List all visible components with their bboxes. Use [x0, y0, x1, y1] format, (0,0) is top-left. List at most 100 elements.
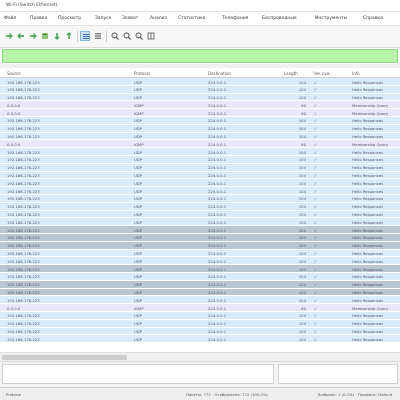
menu-go[interactable]: Запуск [95, 16, 111, 21]
table-row[interactable]: 192.168.178.223 UDP 224.0.0.1 104 ✓ Hello Res… [0, 116, 400, 125]
menu-capture[interactable]: Захват [122, 16, 138, 21]
table-row[interactable]: 0.0.0.0 IGMP 224.0.0.1 60 ✓ Membership Query [0, 140, 400, 149]
menu-help[interactable]: Справка [363, 16, 383, 21]
table-row[interactable]: 192.168.178.223 UDP 224.0.0.1 104 ✓ Hello Res… [0, 85, 400, 94]
table-row[interactable]: 192.168.178.223 UDP 224.0.0.1 104 ✓ Hello Res… [0, 280, 400, 289]
cell-checksum: ✓ [314, 258, 318, 264]
zoom-out-icon[interactable] [122, 31, 132, 41]
table-row[interactable]: 192.168.178.223 UDP 224.0.0.1 104 ✓ Hello Res… [0, 202, 400, 211]
cell-info: Hello Responses [352, 258, 384, 264]
table-row[interactable]: 192.168.178.223 UDP 224.0.0.1 104 ✓ Hello Res… [0, 335, 400, 344]
cell-destination: 224.0.0.1 [208, 290, 227, 296]
cell-protocol: UDP [134, 321, 142, 327]
cell-protocol: UDP [134, 336, 142, 342]
menu-wireless[interactable]: Беспроводные [262, 16, 297, 21]
packet-details-pane[interactable] [2, 364, 274, 384]
table-row[interactable]: 192.168.178.223 UDP 224.0.0.1 104 ✓ Hello Res… [0, 272, 400, 281]
save-file-icon[interactable] [64, 31, 74, 41]
column-header-protocol[interactable]: Protocol [134, 71, 150, 76]
cell-info: Hello Responses [352, 188, 384, 194]
status-packets: Пакеты: 772 · Отображено: 772 (100.0%) [186, 392, 268, 397]
table-row[interactable]: 192.168.178.223 UDP 224.0.0.1 104 ✓ Hello Res… [0, 171, 400, 180]
table-row[interactable]: 192.168.178.223 UDP 224.0.0.1 104 ✓ Hello Res… [0, 210, 400, 219]
open-file-icon[interactable] [52, 31, 62, 41]
table-row[interactable]: 192.168.178.223 UDP 224.0.0.1 104 ✓ Hello Res… [0, 148, 400, 156]
cell-length: 104 [298, 134, 306, 140]
cell-info: Hello Responses [352, 196, 384, 202]
cell-length: 104 [298, 79, 306, 85]
menu-statistics[interactable]: Статистика [178, 16, 206, 21]
colorize-icon[interactable] [93, 31, 103, 41]
cell-checksum: ✓ [314, 235, 318, 241]
stop-capture-icon[interactable] [16, 31, 26, 41]
cell-protocol: UDP [134, 118, 142, 124]
packet-bytes-pane[interactable] [278, 364, 398, 384]
cell-length: 104 [298, 196, 306, 202]
table-row[interactable]: 192.168.178.223 UDP 224.0.0.1 104 ✓ Hello Res… [0, 233, 400, 242]
table-row[interactable]: 192.168.178.223 UDP 224.0.0.1 104 ✓ Hello Res… [0, 93, 400, 102]
cell-protocol: UDP [134, 188, 142, 194]
table-row[interactable]: 192.168.178.223 UDP 224.0.0.1 104 ✓ Hello Res… [0, 241, 400, 250]
table-row[interactable]: 192.168.178.223 UDP 224.0.0.1 104 ✓ Hello Res… [0, 155, 400, 164]
cell-source: 192.168.178.223 [7, 79, 40, 85]
column-header-info[interactable]: Info [352, 71, 360, 76]
packet-list[interactable]: Source Protocol Destination Length Чек.с… [0, 68, 400, 352]
cell-info: Membership Query [352, 102, 389, 108]
table-row[interactable]: 192.168.178.223 UDP 224.0.0.1 104 ✓ Hello Res… [0, 265, 400, 273]
table-row[interactable]: 192.168.178.223 UDP 224.0.0.1 104 ✓ Hello Res… [0, 296, 400, 305]
cell-protocol: UDP [134, 251, 142, 257]
table-row[interactable]: 192.168.178.223 UDP 224.0.0.1 104 ✓ Hello Res… [0, 327, 400, 336]
cell-protocol: UDP [134, 212, 142, 218]
cell-destination: 224.0.0.1 [208, 157, 227, 163]
options-icon[interactable] [40, 31, 50, 41]
table-row[interactable]: 192.168.178.223 UDP 224.0.0.1 104 ✓ Hello Res… [0, 124, 400, 133]
table-row[interactable]: 0.0.0.0 IGMP 224.0.0.1 60 ✓ Membership Query [0, 109, 400, 117]
cell-source: 192.168.178.223 [7, 282, 40, 288]
menu-tools[interactable]: Инструменты [315, 16, 347, 21]
cell-info: Hello Responses [352, 204, 384, 210]
cell-destination: 224.0.0.1 [208, 321, 227, 327]
table-row[interactable]: 192.168.178.223 UDP 224.0.0.1 104 ✓ Hello Res… [0, 194, 400, 203]
column-header-checksum[interactable]: Чек.сум. [313, 71, 331, 76]
menu-analyze[interactable]: Анализ [150, 16, 167, 21]
menu-telephony[interactable]: Телефония [222, 16, 248, 21]
table-row[interactable]: 192.168.178.223 UDP 224.0.0.1 104 ✓ Hello Res… [0, 311, 400, 320]
cell-source: 192.168.178.223 [7, 219, 40, 225]
cell-info: Hello Responses [352, 134, 384, 140]
menu-edit[interactable]: Правка [30, 16, 47, 21]
cell-checksum: ✓ [314, 188, 318, 194]
column-header-destination[interactable]: Destination [208, 71, 231, 76]
display-filter-input[interactable] [3, 50, 397, 62]
table-row[interactable]: 192.168.178.223 UDP 224.0.0.1 104 ✓ Hello Res… [0, 257, 400, 266]
status-profile[interactable]: Выбрано: 1 (0.1%) · Профиль: Default [318, 392, 392, 397]
table-row[interactable]: 0.0.0.0 IGMP 224.0.0.1 60 ✓ Membership Query [0, 101, 400, 110]
cell-length: 60 [301, 141, 306, 147]
column-header-length[interactable]: Length [284, 71, 298, 76]
menu-view[interactable]: Просмотр [58, 16, 81, 21]
display-filter-bar [0, 48, 400, 64]
table-row[interactable]: 192.168.178.223 UDP 224.0.0.1 104 ✓ Hello Res… [0, 226, 400, 234]
table-row[interactable]: 192.168.178.223 UDP 224.0.0.1 104 ✓ Hello Res… [0, 319, 400, 328]
table-row[interactable]: 192.168.178.223 UDP 224.0.0.1 104 ✓ Hello Res… [0, 78, 400, 86]
table-row[interactable]: 192.168.178.223 UDP 224.0.0.1 104 ✓ Hello Res… [0, 179, 400, 188]
table-row[interactable]: 0.0.0.0 IGMP 224.0.0.1 60 ✓ Membership Query [0, 304, 400, 312]
table-row[interactable]: 192.168.178.223 UDP 224.0.0.1 104 ✓ Hello Res… [0, 249, 400, 258]
restart-capture-icon[interactable] [28, 31, 38, 41]
menu-file[interactable]: Файл [4, 16, 16, 21]
zoom-reset-icon[interactable] [134, 31, 144, 41]
table-row[interactable]: 192.168.178.223 UDP 224.0.0.1 104 ✓ Hello Res… [0, 288, 400, 297]
scrollbar-thumb[interactable] [2, 355, 127, 360]
cell-length: 104 [298, 329, 306, 334]
resize-columns-icon[interactable] [146, 31, 156, 41]
start-capture-icon[interactable] [4, 31, 14, 41]
horizontal-scrollbar[interactable] [0, 352, 400, 361]
cell-info: Hello Responses [352, 87, 384, 93]
column-header-source[interactable]: Source [7, 71, 21, 76]
zoom-in-icon[interactable] [110, 31, 120, 41]
table-row[interactable]: 192.168.178.223 UDP 224.0.0.1 104 ✓ Hello Res… [0, 187, 400, 195]
table-row[interactable]: 192.168.178.223 UDP 224.0.0.1 104 ✓ Hello Res… [0, 218, 400, 227]
auto-scroll-icon[interactable] [80, 31, 90, 41]
cell-destination: 224.0.0.1 [208, 118, 227, 124]
table-row[interactable]: 192.168.178.223 UDP 224.0.0.1 104 ✓ Hello Res… [0, 163, 400, 172]
table-row[interactable]: 192.168.178.223 UDP 224.0.0.1 104 ✓ Hello Res… [0, 132, 400, 141]
